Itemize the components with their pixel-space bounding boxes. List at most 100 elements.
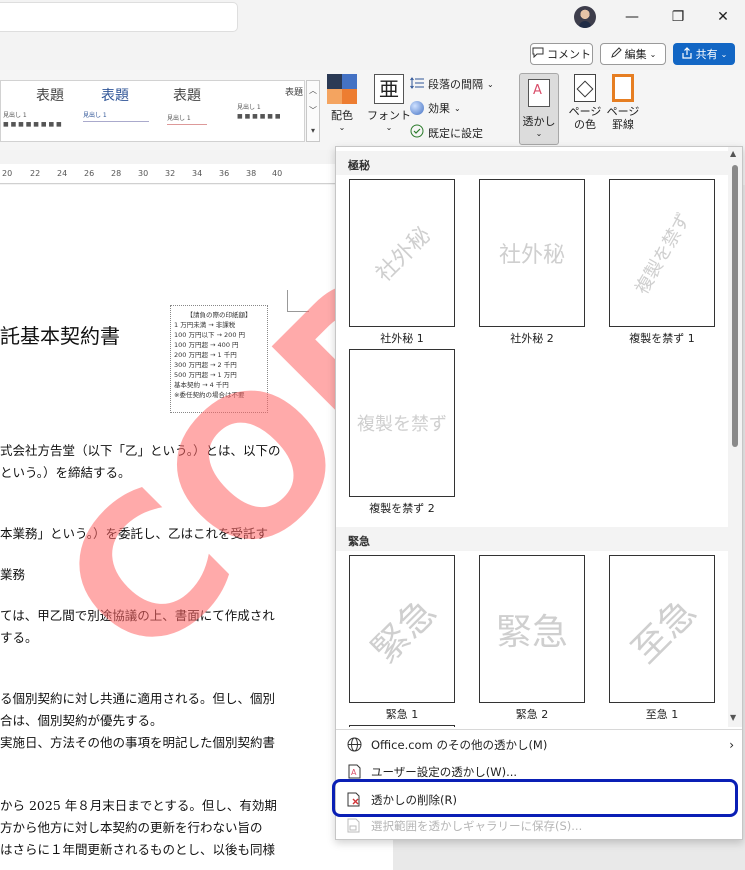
watermark-preview-text: 複製を禁ず bbox=[631, 209, 695, 298]
font-icon: 亜 bbox=[374, 74, 404, 104]
ruler-tick: 24 bbox=[57, 169, 68, 178]
restore-button[interactable]: ❐ bbox=[666, 6, 690, 28]
chevron-down-icon: ⌄ bbox=[385, 123, 393, 132]
page-borders-button[interactable]: ページ罫線 bbox=[606, 74, 640, 131]
style-set-item[interactable]: 表題 見出し 1 bbox=[83, 85, 149, 137]
search-box[interactable] bbox=[0, 2, 238, 32]
style-heading: 見出し 1 bbox=[83, 112, 107, 119]
watermark-option[interactable]: 至急 至急 1 bbox=[609, 555, 715, 722]
body-line: 方から他方に対し本契約の更新を行わない旨の bbox=[0, 820, 263, 835]
body-line: する。 bbox=[0, 630, 38, 645]
menu-label: Office.com のその他の透かし(M) bbox=[371, 738, 548, 752]
watermark-caption: 複製を禁ず 2 bbox=[369, 502, 435, 515]
effects-icon bbox=[410, 101, 424, 115]
style-set-gallery: 表題 見出し 1 ■ ■ ■ ■ ■ ■ ■ ■ 表題 見出し 1 表題 見出し… bbox=[0, 80, 305, 142]
set-default-label: 既定に設定 bbox=[428, 126, 483, 140]
watermark-preview-text: 社外秘 bbox=[371, 222, 436, 287]
page-color-label: ページの色 bbox=[568, 105, 602, 131]
gallery-more-icon[interactable]: ▾ bbox=[307, 121, 319, 141]
paragraph-spacing-button[interactable]: 段落の間隔 ⌄ bbox=[410, 76, 494, 92]
fonts-label: フォント bbox=[367, 109, 411, 122]
watermark-gallery: 極秘 社外秘 社外秘 1 社外秘 社外秘 2 複製を禁ず 複製を禁ず 1 複製を… bbox=[336, 147, 728, 727]
ruler-tick: 30 bbox=[138, 169, 149, 178]
watermark-option[interactable]: 社外秘 社外秘 1 bbox=[349, 179, 455, 346]
chevron-down-icon: ⌄ bbox=[649, 49, 657, 59]
chevron-down-icon[interactable]: ﹀ bbox=[307, 101, 319, 121]
ruler-tick: 28 bbox=[111, 169, 122, 178]
pencil-icon bbox=[610, 46, 622, 62]
chevron-down-icon: ⌄ bbox=[338, 123, 346, 132]
avatar[interactable] bbox=[574, 6, 596, 28]
ruler-tick: 32 bbox=[165, 169, 176, 178]
share-button[interactable]: 共有 ⌄ bbox=[673, 43, 735, 65]
share-label: 共有 bbox=[695, 48, 718, 61]
page-borders-icon bbox=[612, 74, 634, 102]
style-set-item[interactable]: 表題 見出し 1 ■ ■ ■ ■ ■ ■ ■ ■ bbox=[3, 85, 69, 137]
style-title: 表題 bbox=[173, 88, 201, 104]
ruler-tick: 26 bbox=[84, 169, 95, 178]
watermark-option[interactable]: 複製を禁ず 複製を禁ず 1 bbox=[609, 179, 715, 346]
gallery-scroll[interactable]: ︿ ﹀ ▾ bbox=[306, 80, 320, 142]
watermark-option[interactable]: 緊急 緊急 1 bbox=[349, 555, 455, 722]
fonts-button[interactable]: 亜 フォント ⌄ bbox=[367, 74, 411, 132]
horizontal-ruler[interactable]: 20 22 24 26 28 30 32 34 36 38 40 bbox=[0, 164, 335, 184]
watermark-caption: 緊急 2 bbox=[515, 708, 549, 721]
minimize-button[interactable]: — bbox=[620, 6, 644, 28]
comment-button[interactable]: コメント bbox=[530, 43, 593, 65]
ribbon-design-tab: 表題 見出し 1 ■ ■ ■ ■ ■ ■ ■ ■ 表題 見出し 1 表題 見出し… bbox=[0, 70, 745, 150]
watermark-option[interactable]: 複製を禁ず 複製を禁ず 2 bbox=[349, 349, 455, 516]
style-set-item[interactable]: 表題 見出し 1 ■ ■ ■ ■ ■ ■ bbox=[237, 85, 303, 137]
chevron-down-icon: ⌄ bbox=[535, 129, 543, 138]
menu-separator bbox=[336, 729, 742, 730]
highlight-annotation bbox=[332, 779, 738, 817]
style-heading: 見出し 1 bbox=[3, 112, 27, 119]
watermark-thumbnail: 複製を禁ず bbox=[349, 349, 455, 497]
ruler-tick: 22 bbox=[30, 169, 41, 178]
effects-button[interactable]: 効果 ⌄ bbox=[410, 100, 461, 116]
checkmark-circle-icon bbox=[410, 124, 424, 141]
section-heading-confidential: 極秘 bbox=[336, 151, 728, 175]
scroll-up-icon[interactable]: ▲ bbox=[730, 149, 736, 158]
globe-icon bbox=[346, 737, 362, 753]
close-button[interactable]: ✕ bbox=[711, 6, 735, 28]
chevron-down-icon: ⌄ bbox=[720, 49, 728, 59]
ruler-tick: 36 bbox=[219, 169, 230, 178]
section-heading-urgent: 緊急 bbox=[336, 527, 728, 551]
menu-label: ユーザー設定の透かし(W)... bbox=[371, 765, 518, 779]
style-title: 表題 bbox=[101, 88, 129, 104]
comment-icon bbox=[532, 47, 544, 61]
page-color-button[interactable]: ページの色 bbox=[565, 74, 605, 131]
watermark-label: 透かし bbox=[522, 115, 556, 128]
watermark-icon: A bbox=[528, 79, 550, 107]
watermark-option[interactable]: 社外秘 社外秘 2 bbox=[479, 179, 585, 346]
scrollbar-thumb[interactable] bbox=[732, 165, 738, 447]
watermark-option[interactable]: 緊急 緊急 2 bbox=[479, 555, 585, 722]
colors-button[interactable]: 配色 ⌄ bbox=[327, 74, 357, 132]
chevron-down-icon: ⌄ bbox=[454, 103, 461, 113]
comment-label: コメント bbox=[547, 48, 591, 61]
body-line: 業務 bbox=[0, 567, 26, 582]
watermark-caption: 社外秘 2 bbox=[510, 332, 554, 345]
chevron-right-icon: › bbox=[729, 738, 734, 752]
watermark-thumbnail-partial bbox=[349, 725, 455, 727]
set-as-default-button[interactable]: 既定に設定 bbox=[410, 124, 483, 141]
watermark-preview-text: 緊急 bbox=[495, 612, 569, 653]
watermark-caption: 社外秘 1 bbox=[380, 332, 424, 345]
colors-label: 配色 bbox=[331, 109, 353, 122]
page-borders-label: ページ罫線 bbox=[606, 105, 640, 131]
chevron-up-icon[interactable]: ︿ bbox=[307, 81, 319, 101]
custom-watermark-icon: A bbox=[346, 764, 362, 780]
more-watermarks-office-com[interactable]: Office.com のその他の透かし(M) › bbox=[336, 732, 742, 758]
page-color-icon bbox=[574, 74, 596, 102]
ruler-tick: 20 bbox=[2, 169, 13, 178]
watermark-preview-text: 至急 bbox=[624, 591, 705, 672]
gallery-scrollbar[interactable]: ▲ ▼ bbox=[728, 147, 742, 727]
watermark-button[interactable]: A 透かし ⌄ bbox=[519, 73, 559, 145]
watermark-dropdown: 極秘 社外秘 社外秘 1 社外秘 社外秘 2 複製を禁ず 複製を禁ず 1 複製を… bbox=[335, 146, 743, 840]
style-set-item[interactable]: 表題 見出し 1 bbox=[167, 85, 233, 137]
scroll-down-icon[interactable]: ▼ bbox=[730, 713, 736, 722]
edit-mode-button[interactable]: 編集 ⌄ bbox=[600, 43, 666, 65]
style-title: 表題 bbox=[284, 88, 303, 98]
body-line: から 2025 年８月末日までとする。但し、有効期 bbox=[0, 798, 277, 813]
save-gallery-icon bbox=[346, 818, 362, 834]
